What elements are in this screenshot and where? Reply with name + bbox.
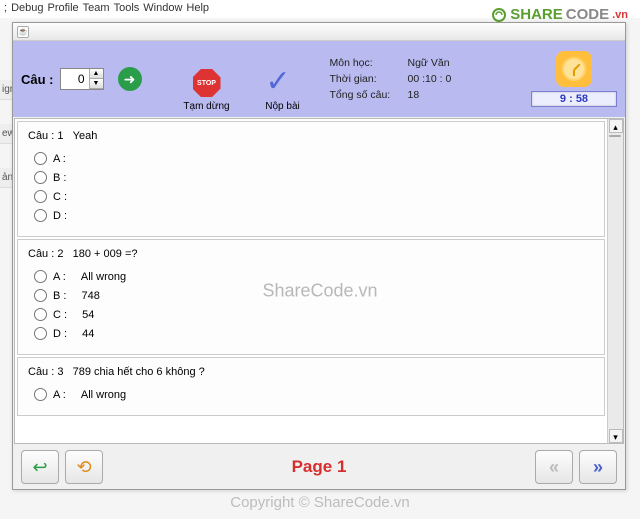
submit-label: Nộp bài xyxy=(265,101,299,112)
spinner-up[interactable]: ▲ xyxy=(89,69,103,79)
option-radio[interactable] xyxy=(34,388,47,401)
back-button[interactable]: ↩ xyxy=(21,450,59,484)
question-card: Câu : 3 789 chia hết cho 6 không ? A : A… xyxy=(17,357,605,416)
option-radio[interactable] xyxy=(34,289,47,302)
option-radio[interactable] xyxy=(34,270,47,283)
footer: ↩ ⟲ Page 1 « » xyxy=(13,445,625,489)
quiz-header: Câu : ▲ ▼ ➜ STOP Tạm dừng ✓ Nộp bài Môn … xyxy=(13,41,625,117)
option-radio[interactable] xyxy=(34,308,47,321)
page-indicator: Page 1 xyxy=(109,457,529,477)
quiz-app-window: ☕ Câu : ▲ ▼ ➜ STOP Tạm dừng ✓ Nộp bài Mô… xyxy=(12,22,626,490)
scroll-up-button[interactable]: ▴ xyxy=(609,119,623,133)
refresh-button[interactable]: ⟲ xyxy=(65,450,103,484)
pause-label: Tạm dừng xyxy=(183,101,229,112)
timer-display: 9 : 58 xyxy=(531,91,617,107)
question-card: Câu : 1 Yeah A : B : C : D : xyxy=(17,121,605,237)
window-titlebar[interactable]: ☕ xyxy=(13,23,625,41)
option-radio[interactable] xyxy=(34,209,47,222)
question-number-input[interactable] xyxy=(61,70,89,88)
clock-icon xyxy=(556,51,592,87)
question-panel: Câu : 1 Yeah A : B : C : D : Câu : 2 180… xyxy=(14,118,624,444)
scroll-thumb[interactable] xyxy=(609,135,621,137)
timer-box: 9 : 58 xyxy=(531,51,617,107)
menu-profile[interactable]: Profile xyxy=(47,2,78,16)
scroll-down-button[interactable]: ▾ xyxy=(609,429,623,443)
question-list[interactable]: Câu : 1 Yeah A : B : C : D : Câu : 2 180… xyxy=(15,119,607,443)
java-icon: ☕ xyxy=(17,26,29,38)
quiz-info: Môn học:Ngữ Văn Thời gian:00 :10 : 0 Tổn… xyxy=(330,57,452,101)
stop-icon: STOP xyxy=(193,69,221,97)
option-radio[interactable] xyxy=(34,327,47,340)
scrollbar[interactable]: ▴ ▾ xyxy=(607,119,623,443)
submit-button[interactable]: ✓ Nộp bài xyxy=(248,46,318,112)
pause-button[interactable]: STOP Tạm dừng xyxy=(172,46,242,112)
question-spinner[interactable]: ▲ ▼ xyxy=(60,68,104,90)
watermark-logo: SHARECODE.vn xyxy=(491,6,628,23)
spinner-down[interactable]: ▼ xyxy=(89,79,103,89)
menu-window[interactable]: Window xyxy=(143,2,182,16)
menu-debug[interactable]: Debug xyxy=(11,2,43,16)
next-page-button[interactable]: » xyxy=(579,450,617,484)
go-button[interactable]: ➜ xyxy=(118,67,142,91)
menu-help[interactable]: Help xyxy=(186,2,209,16)
question-nav-label: Câu : xyxy=(21,72,54,87)
prev-page-button[interactable]: « xyxy=(535,450,573,484)
arrow-right-icon: ➜ xyxy=(124,71,136,88)
option-radio[interactable] xyxy=(34,152,47,165)
check-icon: ✓ xyxy=(266,71,300,97)
question-card: Câu : 2 180 + 009 =? A : All wrong B : 7… xyxy=(17,239,605,355)
watermark-copyright: Copyright © ShareCode.vn xyxy=(230,494,409,511)
option-radio[interactable] xyxy=(34,171,47,184)
menu-team[interactable]: Team xyxy=(83,2,110,16)
option-radio[interactable] xyxy=(34,190,47,203)
menu-tools[interactable]: Tools xyxy=(114,2,140,16)
